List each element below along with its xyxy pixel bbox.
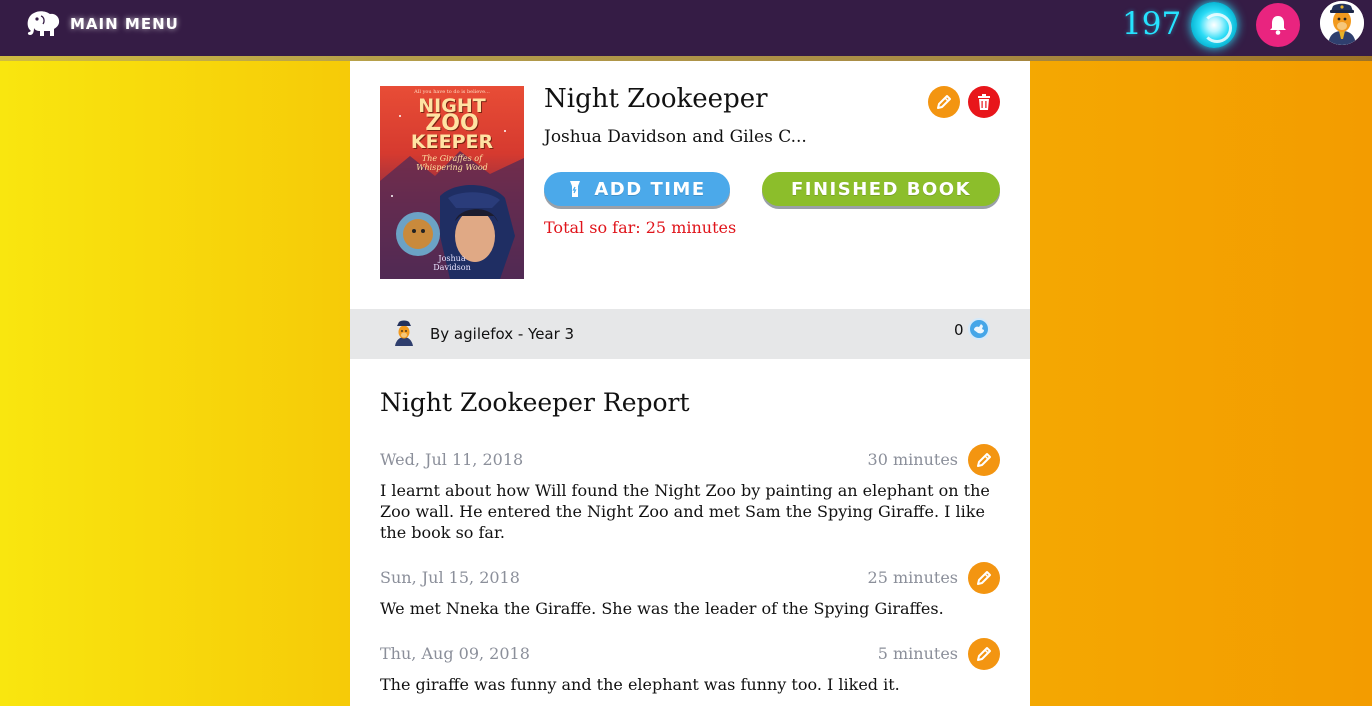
entry-text: The giraffe was funny and the elephant w… (380, 675, 900, 694)
entry-minutes: 25 minutes (867, 568, 958, 587)
like-glyph (974, 324, 984, 334)
entry-text: We met Nneka the Giraffe. She was the le… (380, 599, 944, 618)
book-card: All you have to do is believe... NIGHT Z… (350, 61, 1030, 706)
cover-author: Joshua Davidson (420, 254, 484, 272)
book-title: Night Zookeeper (544, 84, 768, 114)
zookeeper-avatar-icon (1320, 1, 1364, 45)
edit-entry-button[interactable] (968, 638, 1000, 670)
cover-subtitle-line: The Giraffes of (421, 154, 483, 163)
cover-subtitle-line: Whispering Wood (416, 163, 488, 172)
add-time-label: ADD TIME (594, 178, 706, 200)
elephant-icon (27, 11, 60, 36)
bell-icon (1270, 16, 1286, 35)
cover-author-line: Davidson (433, 263, 471, 272)
cover-title: NIGHT ZOO KEEPER (380, 97, 524, 153)
edit-entry-button[interactable] (968, 444, 1000, 476)
pencil-icon (977, 647, 991, 661)
total-time-text: Total so far: 25 minutes (544, 218, 737, 237)
author-byline: By agilefox - Year 3 (430, 325, 575, 343)
pencil-icon (937, 95, 951, 109)
entry-minutes: 5 minutes (877, 644, 958, 663)
flashlight-icon (570, 181, 581, 197)
portal-orb-icon[interactable] (1191, 2, 1237, 48)
coin-count: 197 (1122, 6, 1182, 42)
cover-subtitle: The Giraffes of Whispering Wood (380, 154, 524, 172)
byline-bar: By agilefox - Year 3 0 (350, 309, 1030, 359)
edit-book-button[interactable] (928, 86, 960, 118)
like-count: 0 (954, 321, 964, 339)
profile-avatar[interactable] (1320, 1, 1364, 45)
top-bar: MAIN MENU 197 (0, 0, 1372, 56)
report-title: Night Zookeeper Report (380, 388, 690, 417)
finished-book-button[interactable]: FINISHED BOOK (762, 172, 1000, 206)
entry-date: Sun, Jul 15, 2018 (380, 568, 520, 587)
like-icon[interactable] (968, 318, 990, 340)
entry-minutes: 30 minutes (867, 450, 958, 469)
entry-date: Thu, Aug 09, 2018 (380, 644, 530, 663)
entry-date: Wed, Jul 11, 2018 (380, 450, 524, 469)
main-menu-label: MAIN MENU (70, 15, 179, 33)
zookeeper-avatar-icon (395, 320, 413, 346)
cover-title-line: KEEPER (410, 131, 494, 153)
pencil-icon (977, 453, 991, 467)
book-cover-image: All you have to do is believe... NIGHT Z… (380, 86, 524, 279)
trash-icon (978, 94, 990, 110)
main-menu-button[interactable]: MAIN MENU (24, 7, 179, 41)
entry-text: I learnt about how Will found the Night … (380, 481, 990, 542)
edit-entry-button[interactable] (968, 562, 1000, 594)
pencil-icon (977, 571, 991, 585)
delete-book-button[interactable] (968, 86, 1000, 118)
cover-author-line: Joshua (438, 254, 466, 263)
notifications-button[interactable] (1256, 3, 1300, 47)
book-author: Joshua Davidson and Giles C... (544, 127, 807, 147)
add-time-button[interactable]: ADD TIME (544, 172, 730, 206)
finished-book-label: FINISHED BOOK (790, 178, 972, 200)
